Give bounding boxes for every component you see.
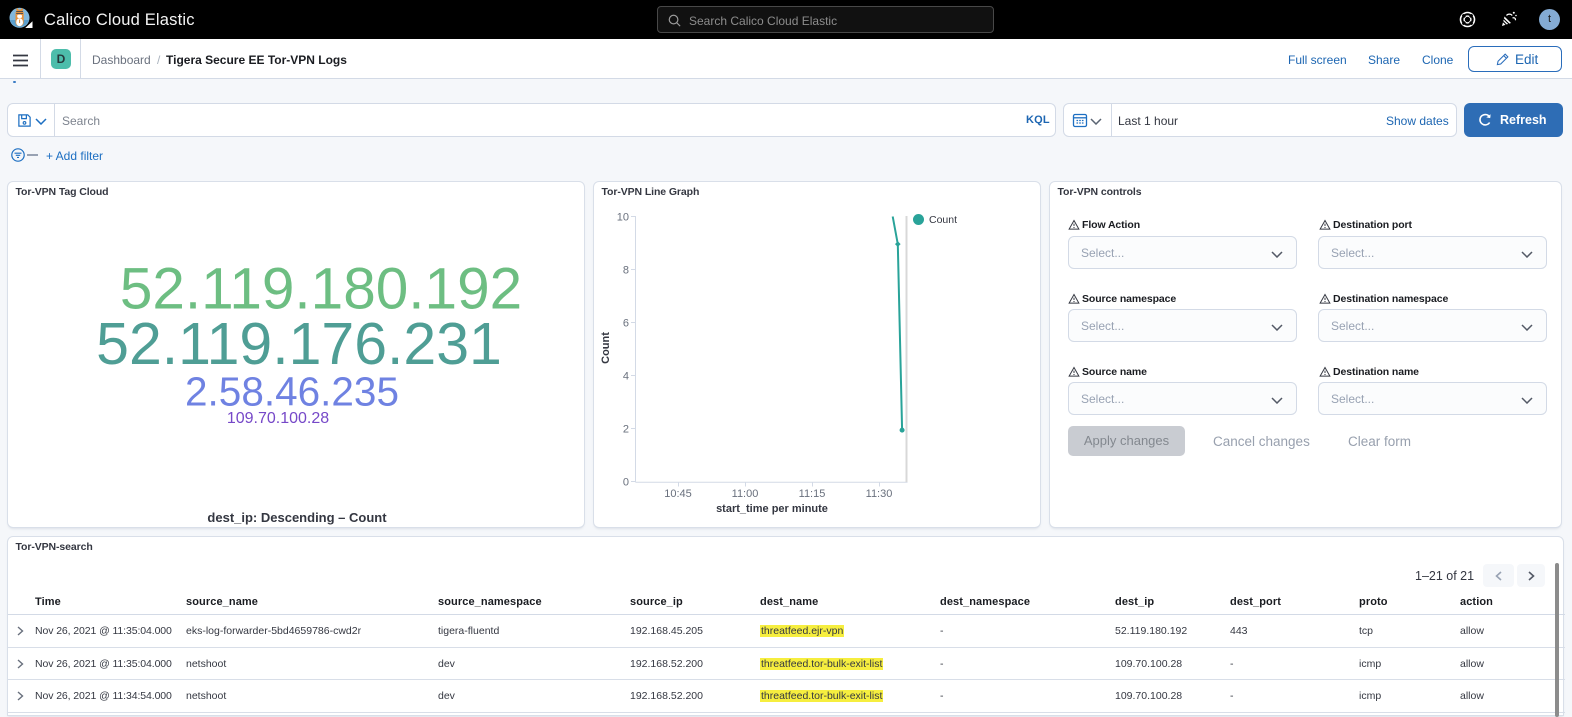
svg-text:start_time per minute: start_time per minute	[716, 503, 828, 515]
svg-text:Count: Count	[600, 332, 612, 364]
svg-text:11:30: 11:30	[866, 488, 893, 500]
svg-text:0: 0	[623, 477, 629, 489]
svg-text:10: 10	[617, 212, 629, 224]
svg-text:4: 4	[623, 371, 629, 383]
svg-text:11:00: 11:00	[732, 488, 759, 500]
svg-text:2: 2	[623, 424, 629, 436]
svg-text:11:15: 11:15	[799, 488, 826, 500]
svg-text:10:45: 10:45	[664, 488, 692, 500]
svg-text:6: 6	[623, 318, 629, 330]
svg-text:Count: Count	[929, 214, 957, 226]
svg-text:8: 8	[623, 265, 629, 277]
